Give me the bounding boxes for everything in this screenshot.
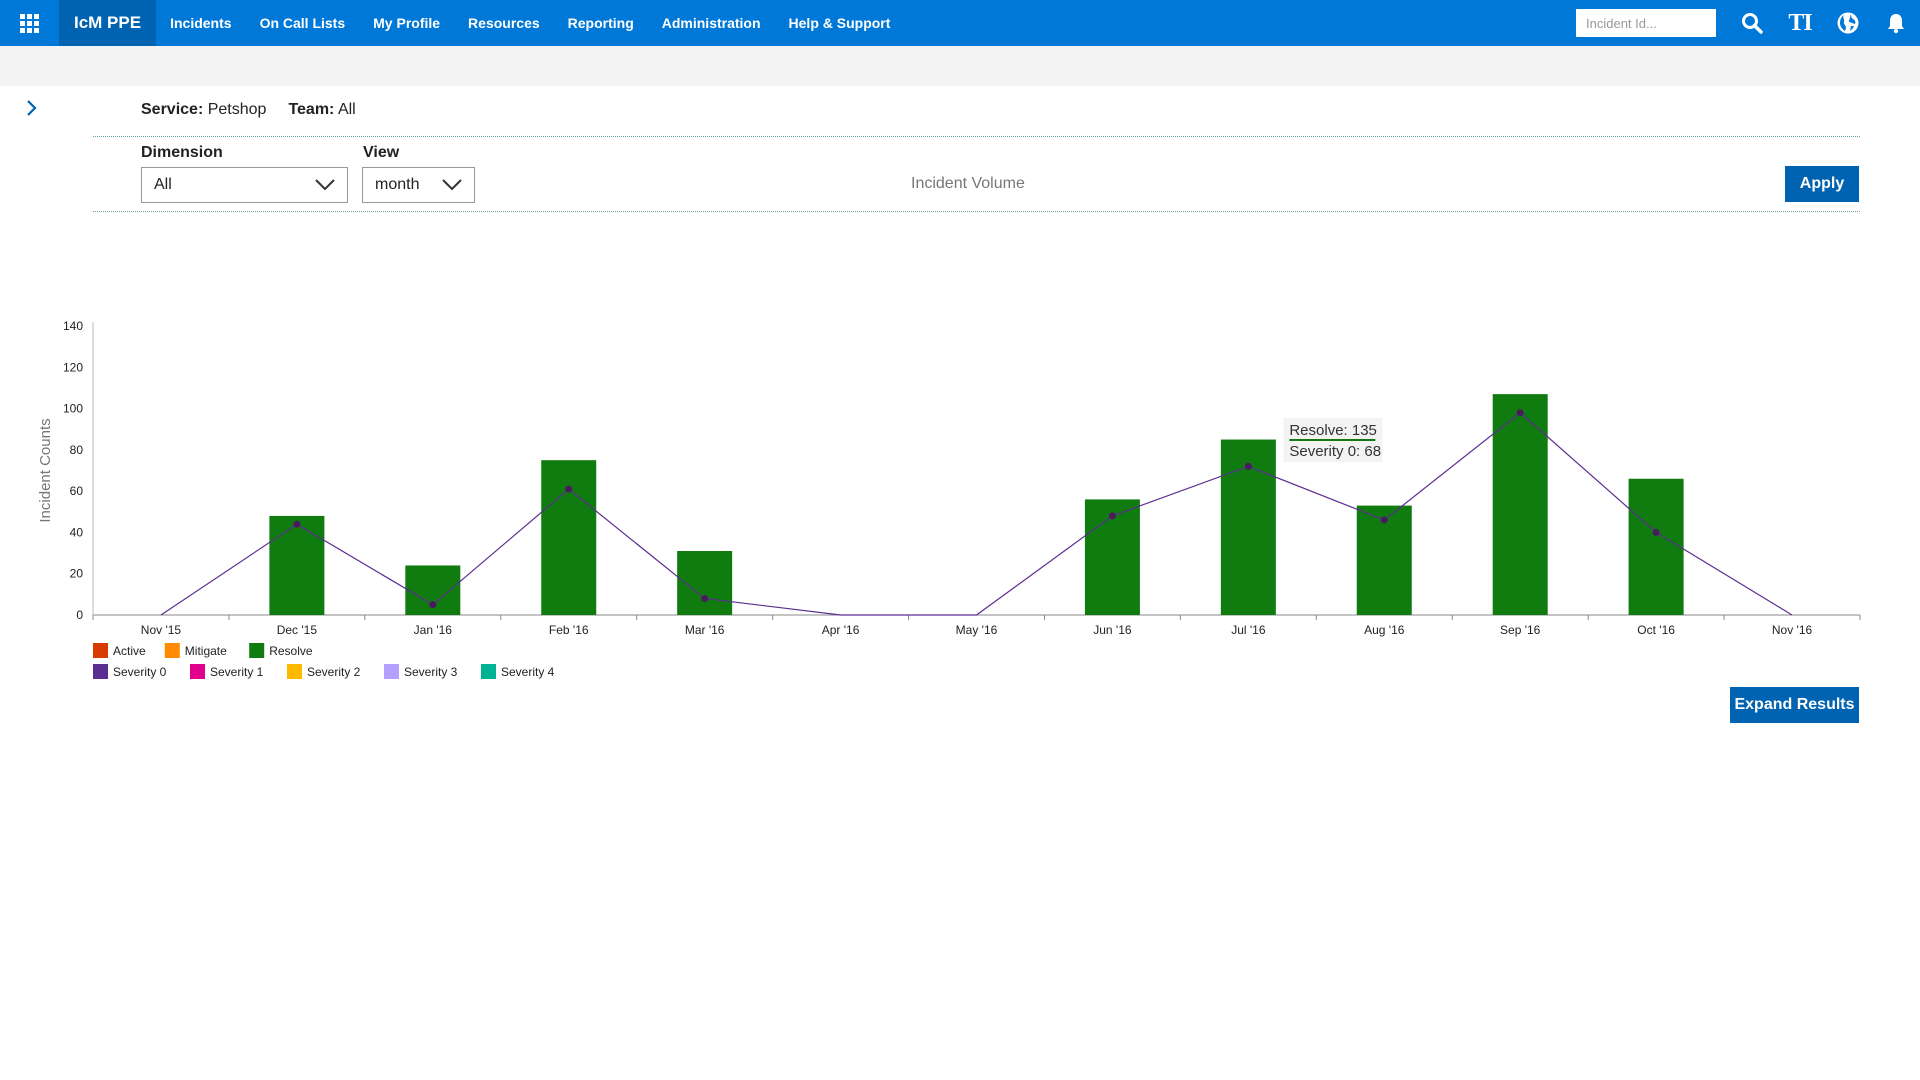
x-tick-label: Aug '16 (1364, 623, 1405, 637)
legend-swatch (93, 664, 108, 679)
divider-bottom (93, 211, 1860, 212)
x-tick-label: Dec '15 (277, 623, 318, 637)
severity0-point (1652, 528, 1660, 536)
legend-label: Severity 1 (210, 665, 264, 679)
nav-item-my-profile[interactable]: My Profile (359, 15, 454, 31)
y-axis-title: Incident Counts (37, 418, 54, 522)
resolve-bar (1628, 478, 1684, 615)
severity0-point (1380, 516, 1388, 524)
severity0-point (701, 594, 709, 602)
legend-label: Active (113, 644, 146, 658)
tooltip-resolve-text: Resolve: 135 (1289, 422, 1377, 439)
severity0-point (293, 520, 301, 528)
x-tick-label: Jun '16 (1093, 623, 1132, 637)
nav-item-resources[interactable]: Resources (454, 15, 554, 31)
legend-swatch (481, 664, 496, 679)
y-tick-label: 100 (63, 402, 83, 416)
severity0-point (565, 485, 573, 493)
incident-id-input[interactable] (1576, 9, 1716, 37)
legend-swatch (190, 664, 205, 679)
search-icon[interactable] (1728, 0, 1776, 46)
y-tick-label: 120 (63, 360, 83, 374)
legend-label: Severity 2 (307, 665, 361, 679)
team-info: Team: All (288, 101, 355, 119)
legend-swatch (249, 643, 265, 658)
expand-results-button[interactable]: Expand Results (1730, 687, 1859, 723)
nav-item-reporting[interactable]: Reporting (554, 15, 648, 31)
nav-item-administration[interactable]: Administration (648, 15, 775, 31)
team-label: Team: (288, 101, 335, 118)
x-tick-label: May '16 (956, 623, 998, 637)
y-tick-label: 0 (76, 608, 83, 622)
dimension-select[interactable]: All (141, 167, 348, 203)
x-tick-label: Jul '16 (1231, 623, 1266, 637)
legend-swatch (93, 643, 108, 658)
view-select[interactable]: month (362, 167, 475, 203)
view-label: View (363, 144, 400, 161)
y-tick-label: 60 (70, 484, 84, 498)
chart-title: Incident Volume (911, 175, 1025, 192)
x-tick-label: Jan '16 (414, 623, 453, 637)
tooltip-severity-text: Severity 0: 68 (1289, 443, 1381, 460)
resolve-bar (269, 515, 325, 615)
severity0-point (1244, 462, 1252, 470)
nav-menu: Incidents On Call Lists My Profile Resou… (156, 0, 904, 46)
chevron-down-icon (315, 179, 335, 191)
severity0-point (1108, 512, 1116, 520)
legend-label: Severity 4 (501, 665, 555, 679)
legend-label: Severity 0 (113, 665, 167, 679)
service-label: Service: (141, 101, 204, 118)
dimension-value: All (154, 176, 172, 193)
chevron-right-icon[interactable] (22, 96, 42, 120)
legend-label: Mitigate (185, 644, 227, 658)
y-tick-label: 80 (70, 443, 84, 457)
service-value: Petshop (207, 101, 267, 118)
resolve-bar (541, 460, 597, 615)
x-tick-label: Nov '15 (141, 623, 182, 637)
sub-header-bar (0, 46, 1920, 86)
severity0-point (429, 601, 437, 609)
legend-label: Resolve (269, 644, 313, 658)
nav-item-incidents[interactable]: Incidents (156, 15, 245, 31)
brand-label[interactable]: IcM PPE (59, 0, 157, 46)
legend-swatch (164, 643, 180, 658)
legend-swatch (384, 664, 399, 679)
view-value: month (375, 176, 420, 193)
legend-label: Severity 3 (404, 665, 458, 679)
x-tick-label: Apr '16 (822, 623, 860, 637)
x-tick-label: Sep '16 (1500, 623, 1541, 637)
y-tick-label: 40 (70, 525, 84, 539)
dimension-label: Dimension (141, 144, 223, 161)
bell-icon[interactable] (1872, 0, 1920, 46)
x-tick-label: Mar '16 (685, 623, 725, 637)
team-value: All (337, 101, 356, 118)
nav-item-help-support[interactable]: Help & Support (775, 15, 905, 31)
nav-item-on-call-lists[interactable]: On Call Lists (246, 15, 360, 31)
divider-top (93, 136, 1860, 137)
x-tick-label: Oct '16 (1637, 623, 1675, 637)
text-size-icon[interactable]: TI (1776, 0, 1824, 46)
top-nav-bar: IcM PPE Incidents On Call Lists My Profi… (0, 0, 1920, 46)
globe-icon[interactable] (1824, 0, 1872, 46)
service-info: Service: Petshop (141, 101, 266, 119)
legend-swatch (287, 664, 302, 679)
severity0-point (1516, 409, 1524, 417)
service-team-info: Service: Petshop Team: All (141, 101, 356, 119)
x-tick-label: Nov '16 (1772, 623, 1813, 637)
y-tick-label: 140 (63, 319, 83, 333)
y-tick-label: 20 (70, 567, 84, 581)
top-right-tools: TI (1576, 0, 1920, 46)
incident-volume-chart: 0 20 40 60 80 100 120 140 Incident Counts Nov '15… (37, 319, 1861, 679)
chevron-down-icon (442, 179, 462, 191)
apply-button[interactable]: Apply (1785, 166, 1859, 202)
waffle-icon[interactable] (0, 0, 59, 46)
x-tick-label: Feb '16 (549, 623, 589, 637)
